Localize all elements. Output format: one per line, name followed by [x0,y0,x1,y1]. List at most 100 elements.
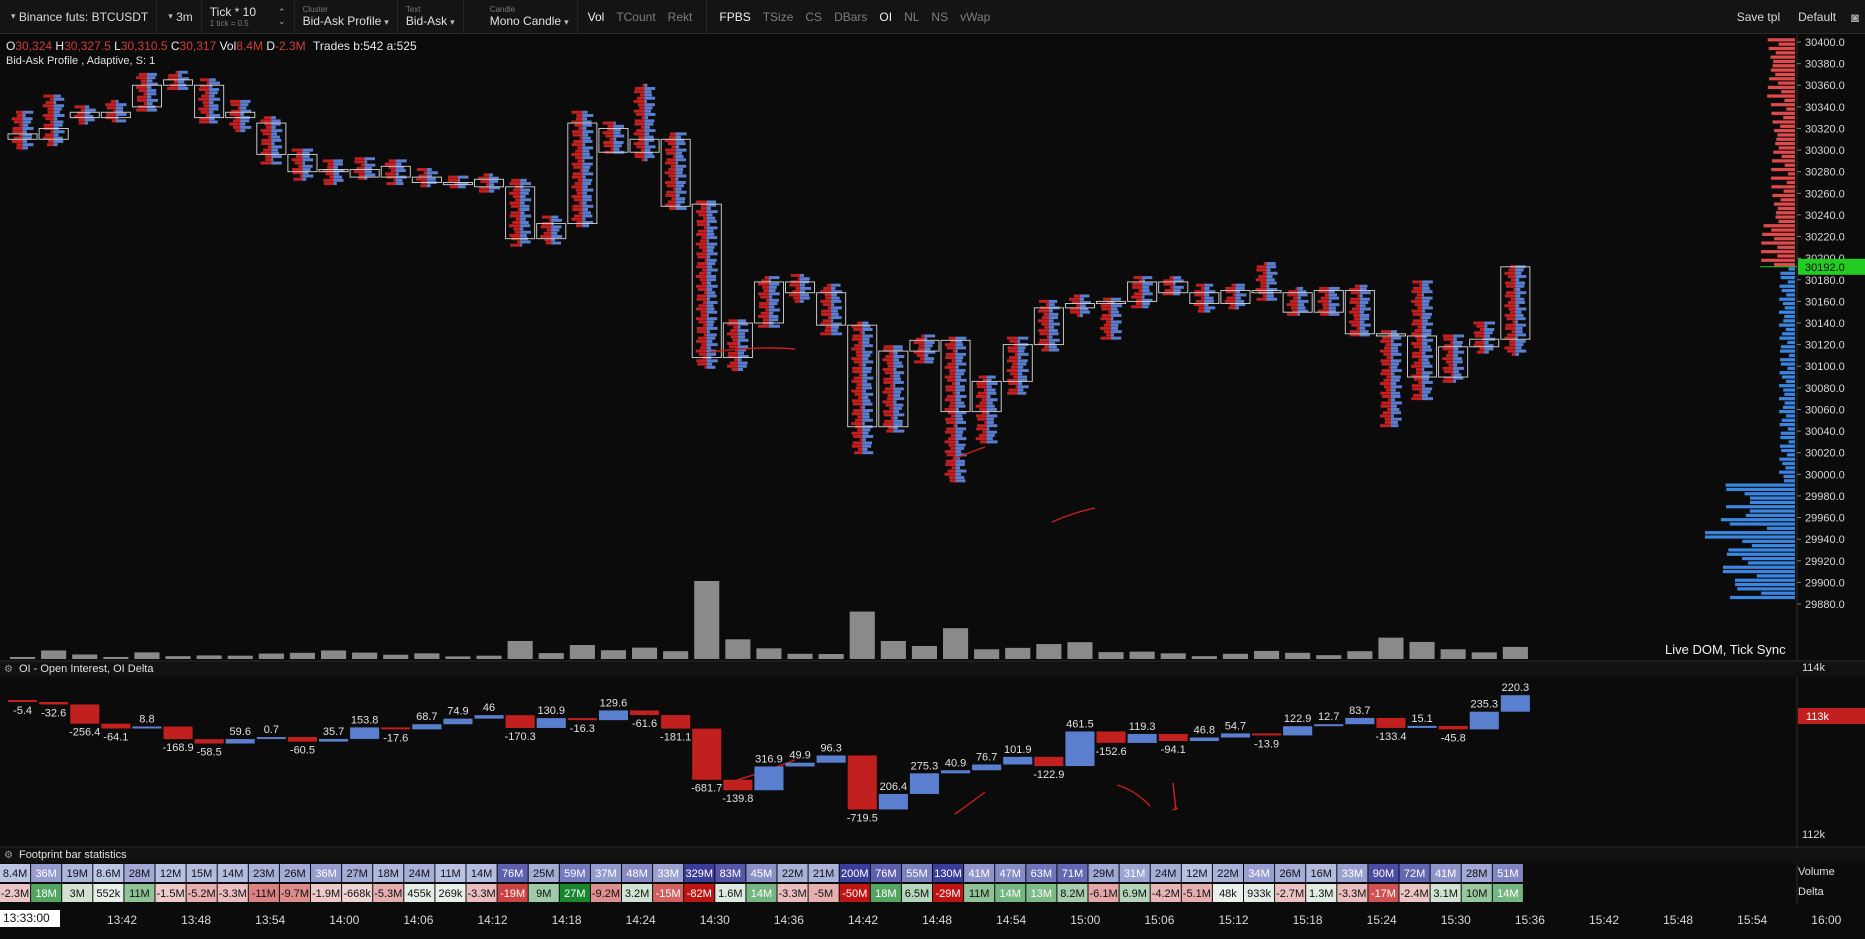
bid-volume [358,173,365,177]
oi-delta-bar [754,766,784,791]
toggle-vol[interactable]: Vol [582,0,611,34]
volume-bar [632,647,658,659]
bid-volume [703,216,707,220]
toggle-dbars[interactable]: DBars [828,0,873,34]
toggle-rekt[interactable]: Rekt [662,0,699,34]
ask-volume [209,81,220,85]
ask-volume [520,220,529,224]
ask-volume [986,375,996,379]
bid-volume [1507,300,1516,304]
ask-volume [800,273,805,277]
ask-volume [333,178,344,182]
ask-volume [986,398,998,402]
ask-volume [644,90,652,94]
volume-cell-label: 26M [1279,868,1300,880]
bid-volume [949,372,956,376]
candle-selector[interactable]: Candle Mono Candle ▾ [482,0,578,34]
delta-cell-label: 552k [96,888,120,900]
text-caption: Text [405,4,421,14]
toggle-cs[interactable]: CS [799,0,828,34]
ask-volume [53,110,60,114]
bid-volume [1383,385,1391,389]
bid-volume [292,168,303,172]
toggle-ns[interactable]: NS [925,0,954,34]
text-selector[interactable]: Text Bid-Ask ▾ [398,0,464,34]
ask-volume [955,472,962,476]
bid-volume [1012,362,1018,366]
dom-level [1779,397,1795,401]
ask-volume [271,155,282,159]
ask-volume [84,118,95,122]
bid-volume [884,371,894,375]
bid-volume [1164,289,1174,293]
ask-volume [613,121,616,125]
stats-pane-header[interactable]: ⚙ Footprint bar statistics [0,847,127,863]
bid-volume [1046,335,1049,339]
ask-volume [240,112,245,116]
time-tick-label: 15:54 [1737,913,1767,927]
bid-volume [1511,330,1516,334]
ask-volume [706,339,713,343]
bid-volume [667,200,676,204]
oi-delta-bar [1220,733,1250,738]
cluster-selector[interactable]: Cluster Bid-Ask Profile ▾ [295,0,398,34]
bid-volume [605,134,614,138]
ask-volume [1017,339,1020,343]
toggle-tcount[interactable]: TCount [610,0,661,34]
ask-volume [1017,336,1029,340]
toggle-oi[interactable]: OI [873,0,898,34]
ask-volume [768,308,780,312]
ask-volume [1204,296,1214,300]
save-template-button[interactable]: Save tpl [1728,10,1789,24]
volume-cell-label: 28M [1466,868,1487,880]
time-tick-label: 13:42 [107,913,137,927]
ask-volume [706,365,716,369]
camera-icon[interactable]: ◙ [1845,10,1865,25]
timeframe-selector[interactable]: ▾ 3m [157,0,202,34]
gear-icon[interactable]: ⚙ [4,850,13,861]
bid-volume [851,444,863,448]
oi-delta-label: 15.1 [1411,713,1432,725]
ask-volume [1390,349,1399,353]
bid-volume [1015,385,1018,389]
template-selector[interactable]: Default [1789,10,1845,24]
ask-volume [893,416,898,420]
ask-volume [1422,393,1428,397]
bid-volume [11,117,23,121]
ask-volume [706,343,718,347]
chart-canvas[interactable]: 30400.030380.030360.030340.030320.030300… [0,34,1865,939]
toggle-vwap[interactable]: vWap [954,0,996,34]
bid-volume [204,91,210,95]
bid-volume [1505,326,1516,330]
ask-volume [768,289,776,293]
bid-volume [1413,345,1423,349]
dom-level [1788,440,1795,444]
ask-volume [675,206,687,210]
oi-delta-label: -139.8 [722,793,753,805]
live-dom-label[interactable]: Live DOM, Tick Sync [1660,641,1790,659]
oi-pane-header[interactable]: ⚙ OI - Open Interest, OI Delta [0,661,153,677]
ask-volume [333,172,340,176]
toggle-nl[interactable]: NL [898,0,925,34]
oi-delta-label: -181.1 [660,732,691,744]
bid-volume [514,230,521,234]
bid-volume [1226,296,1236,300]
toggle-fpbs[interactable]: FPBS [706,0,756,34]
ask-volume [1390,352,1402,356]
toggle-tsize[interactable]: TSize [757,0,800,34]
ask-volume [768,276,780,280]
delta-cell-label: -3.3M [467,888,495,900]
spinner-icon[interactable]: ⌃ ⌄ [278,7,286,26]
ask-volume [1453,373,1462,377]
dom-level [1777,206,1795,211]
tick-selector[interactable]: Tick * 10 1 tick = 0.5 ⌃ ⌄ [202,0,295,34]
gear-icon[interactable]: ⚙ [4,664,13,675]
dom-level [1780,198,1795,202]
ask-volume [768,298,779,302]
ask-volume [582,130,594,134]
ask-volume [955,343,964,347]
ask-volume [1515,330,1523,334]
ask-volume [426,177,436,181]
delta-cell-label: -17M [1371,888,1396,900]
symbol-selector[interactable]: ▾ Binance futs: BTCUSDT [0,0,158,34]
